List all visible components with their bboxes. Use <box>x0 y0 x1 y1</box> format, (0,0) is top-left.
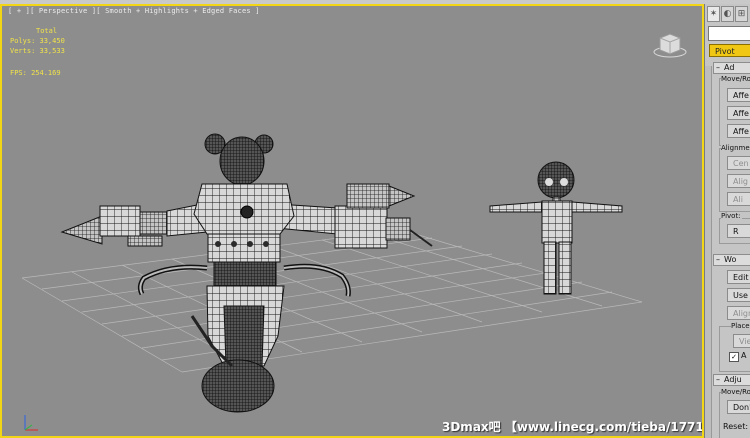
command-panel: ✶ ◐ ⊞ Pivot – Ad Move/Ro Affe Affe Affe A… <box>704 4 750 438</box>
rollout-working-pivot[interactable]: – Wo <box>713 254 750 266</box>
affect-pivot-only-button[interactable]: Affe <box>727 88 750 102</box>
rollout-adjust-pivot-label: Ad <box>724 63 735 72</box>
watermark-text: 3Dmax吧 【www.linecg.com/tieba/1771】 <box>442 420 704 434</box>
viewport-label-menu[interactable]: [ + ][ Perspective ][ Smooth + Highlight… <box>8 7 260 15</box>
edit-working-pivot-button[interactable]: Edit W <box>727 270 750 284</box>
rollout-adjust-pivot[interactable]: – Ad <box>713 62 750 74</box>
rollout-working-pivot-label: Wo <box>724 255 737 264</box>
stats-total-label: Total <box>36 27 58 35</box>
group-move-rotate-2 <box>719 392 750 438</box>
reset-pivot-button[interactable]: R <box>727 224 750 238</box>
align-to-view-button[interactable]: Align To <box>727 306 750 320</box>
modify-tab-icon[interactable]: ◐ <box>721 6 734 22</box>
place-pivot-view-button[interactable]: View <box>733 334 750 348</box>
group-move-rotate-2-label: Move/Ro <box>721 388 750 396</box>
create-tab-icon[interactable]: ✶ <box>707 6 720 22</box>
scene-canvas[interactable] <box>2 6 702 436</box>
stats-verts: Verts: 33,533 <box>10 47 65 55</box>
affect-hierarchy-only-button[interactable]: Affe <box>727 124 750 138</box>
stats-fps: FPS: 254.169 <box>10 69 61 77</box>
humanoid-character-mesh[interactable] <box>489 161 623 295</box>
pivot-button[interactable]: Pivot <box>709 44 750 57</box>
group-place-pivot-label: Place P <box>731 322 750 330</box>
rollout-adjust-transform[interactable]: – Adju <box>713 374 750 386</box>
panel-scrollbar[interactable] <box>705 66 712 438</box>
reset-label: Reset: <box>723 422 750 431</box>
align-to-object-button[interactable]: Alig <box>727 174 750 188</box>
use-working-pivot-button[interactable]: Use W <box>727 288 750 302</box>
perspective-viewport[interactable]: [ + ][ Perspective ][ Smooth + Highlight… <box>0 4 704 438</box>
axis-tripod-icon <box>24 415 38 431</box>
viewcube-icon[interactable] <box>652 32 688 58</box>
place-pivot-checkbox[interactable]: ✓ <box>729 352 739 362</box>
group-alignment-label: Alignmen <box>721 144 750 152</box>
robot-character-mesh[interactable] <box>60 133 433 413</box>
align-to-world-button[interactable]: Ali <box>727 192 750 206</box>
group-pivot-label: Pivot: <box>721 212 742 220</box>
group-place-pivot <box>719 326 750 372</box>
place-pivot-checkbox-label: A <box>741 351 747 360</box>
panel-tab-strip: ✶ ◐ ⊞ <box>705 6 750 24</box>
group-move-rotate-label: Move/Ro <box>721 75 750 83</box>
dont-affect-children-button[interactable]: Don't <box>727 400 750 414</box>
affect-object-only-button[interactable]: Affe <box>727 106 750 120</box>
stats-polys: Polys: 33,450 <box>10 37 65 45</box>
object-name-field[interactable] <box>708 26 750 41</box>
center-to-object-button[interactable]: Cen <box>727 156 750 170</box>
rollout-adjust-transform-label: Adju <box>724 375 742 384</box>
hierarchy-tab-icon[interactable]: ⊞ <box>735 6 748 22</box>
